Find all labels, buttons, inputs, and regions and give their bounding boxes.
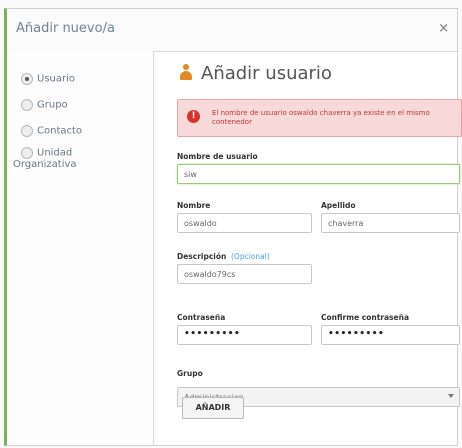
- option-unidad-organizativa[interactable]: Unidad Organizativa: [13, 147, 77, 171]
- add-button[interactable]: AÑADIR: [182, 397, 244, 419]
- error-icon: !: [187, 110, 200, 123]
- last-name-label: Apellido: [321, 201, 356, 210]
- dialog-title: Añadir nuevo/a: [16, 21, 115, 36]
- option-label: Unidad: [37, 147, 73, 159]
- username-label: Nombre de usuario: [177, 152, 258, 161]
- object-type-sidebar: Usuario Grupo Contacto Unidad Organizati…: [7, 51, 154, 445]
- radio-button[interactable]: [21, 147, 33, 159]
- radio-button[interactable]: [21, 99, 33, 111]
- dialog-titlebar: Añadir nuevo/a ×: [7, 9, 457, 52]
- confirm-password-label: Confirme contraseña: [321, 313, 410, 322]
- password-label: Contraseña: [177, 313, 226, 322]
- option-contacto[interactable]: Contacto: [21, 125, 82, 137]
- option-grupo[interactable]: Grupo: [21, 99, 68, 111]
- description-label: Descripción (Opcional): [177, 252, 270, 261]
- description-input[interactable]: oswaldo79cs: [177, 264, 312, 284]
- page-title: Añadir usuario: [179, 63, 332, 84]
- add-new-dialog: Añadir nuevo/a × Usuario Grupo Contacto …: [4, 8, 462, 446]
- username-input[interactable]: siw: [177, 164, 460, 184]
- option-label: Contacto: [37, 125, 83, 137]
- password-input[interactable]: •••••••••: [177, 325, 312, 345]
- error-alert: ! El nombre de usuario oswaldo chaverra …: [177, 99, 462, 137]
- radio-button[interactable]: [21, 125, 33, 137]
- option-label: Grupo: [37, 99, 68, 111]
- option-label: Usuario: [37, 73, 76, 85]
- option-usuario[interactable]: Usuario: [21, 73, 75, 85]
- close-icon[interactable]: ×: [438, 21, 449, 36]
- last-name-input[interactable]: chaverra: [321, 213, 460, 233]
- description-label-text: Descripción: [177, 252, 227, 261]
- group-label: Grupo: [177, 369, 203, 378]
- option-label-line2: Organizativa: [13, 159, 77, 170]
- first-name-input[interactable]: oswaldo: [177, 213, 312, 233]
- add-user-form: Añadir usuario ! El nombre de usuario os…: [153, 51, 462, 445]
- confirm-password-input[interactable]: •••••••••: [321, 325, 460, 345]
- chevron-down-icon: [448, 394, 454, 398]
- first-name-label: Nombre: [177, 201, 211, 210]
- page-title-text: Añadir usuario: [201, 63, 332, 84]
- optional-tag: (Opcional): [231, 252, 270, 261]
- error-message: El nombre de usuario oswaldo chaverra ya…: [212, 109, 430, 126]
- radio-button-selected[interactable]: [21, 73, 33, 85]
- user-icon: [179, 64, 193, 80]
